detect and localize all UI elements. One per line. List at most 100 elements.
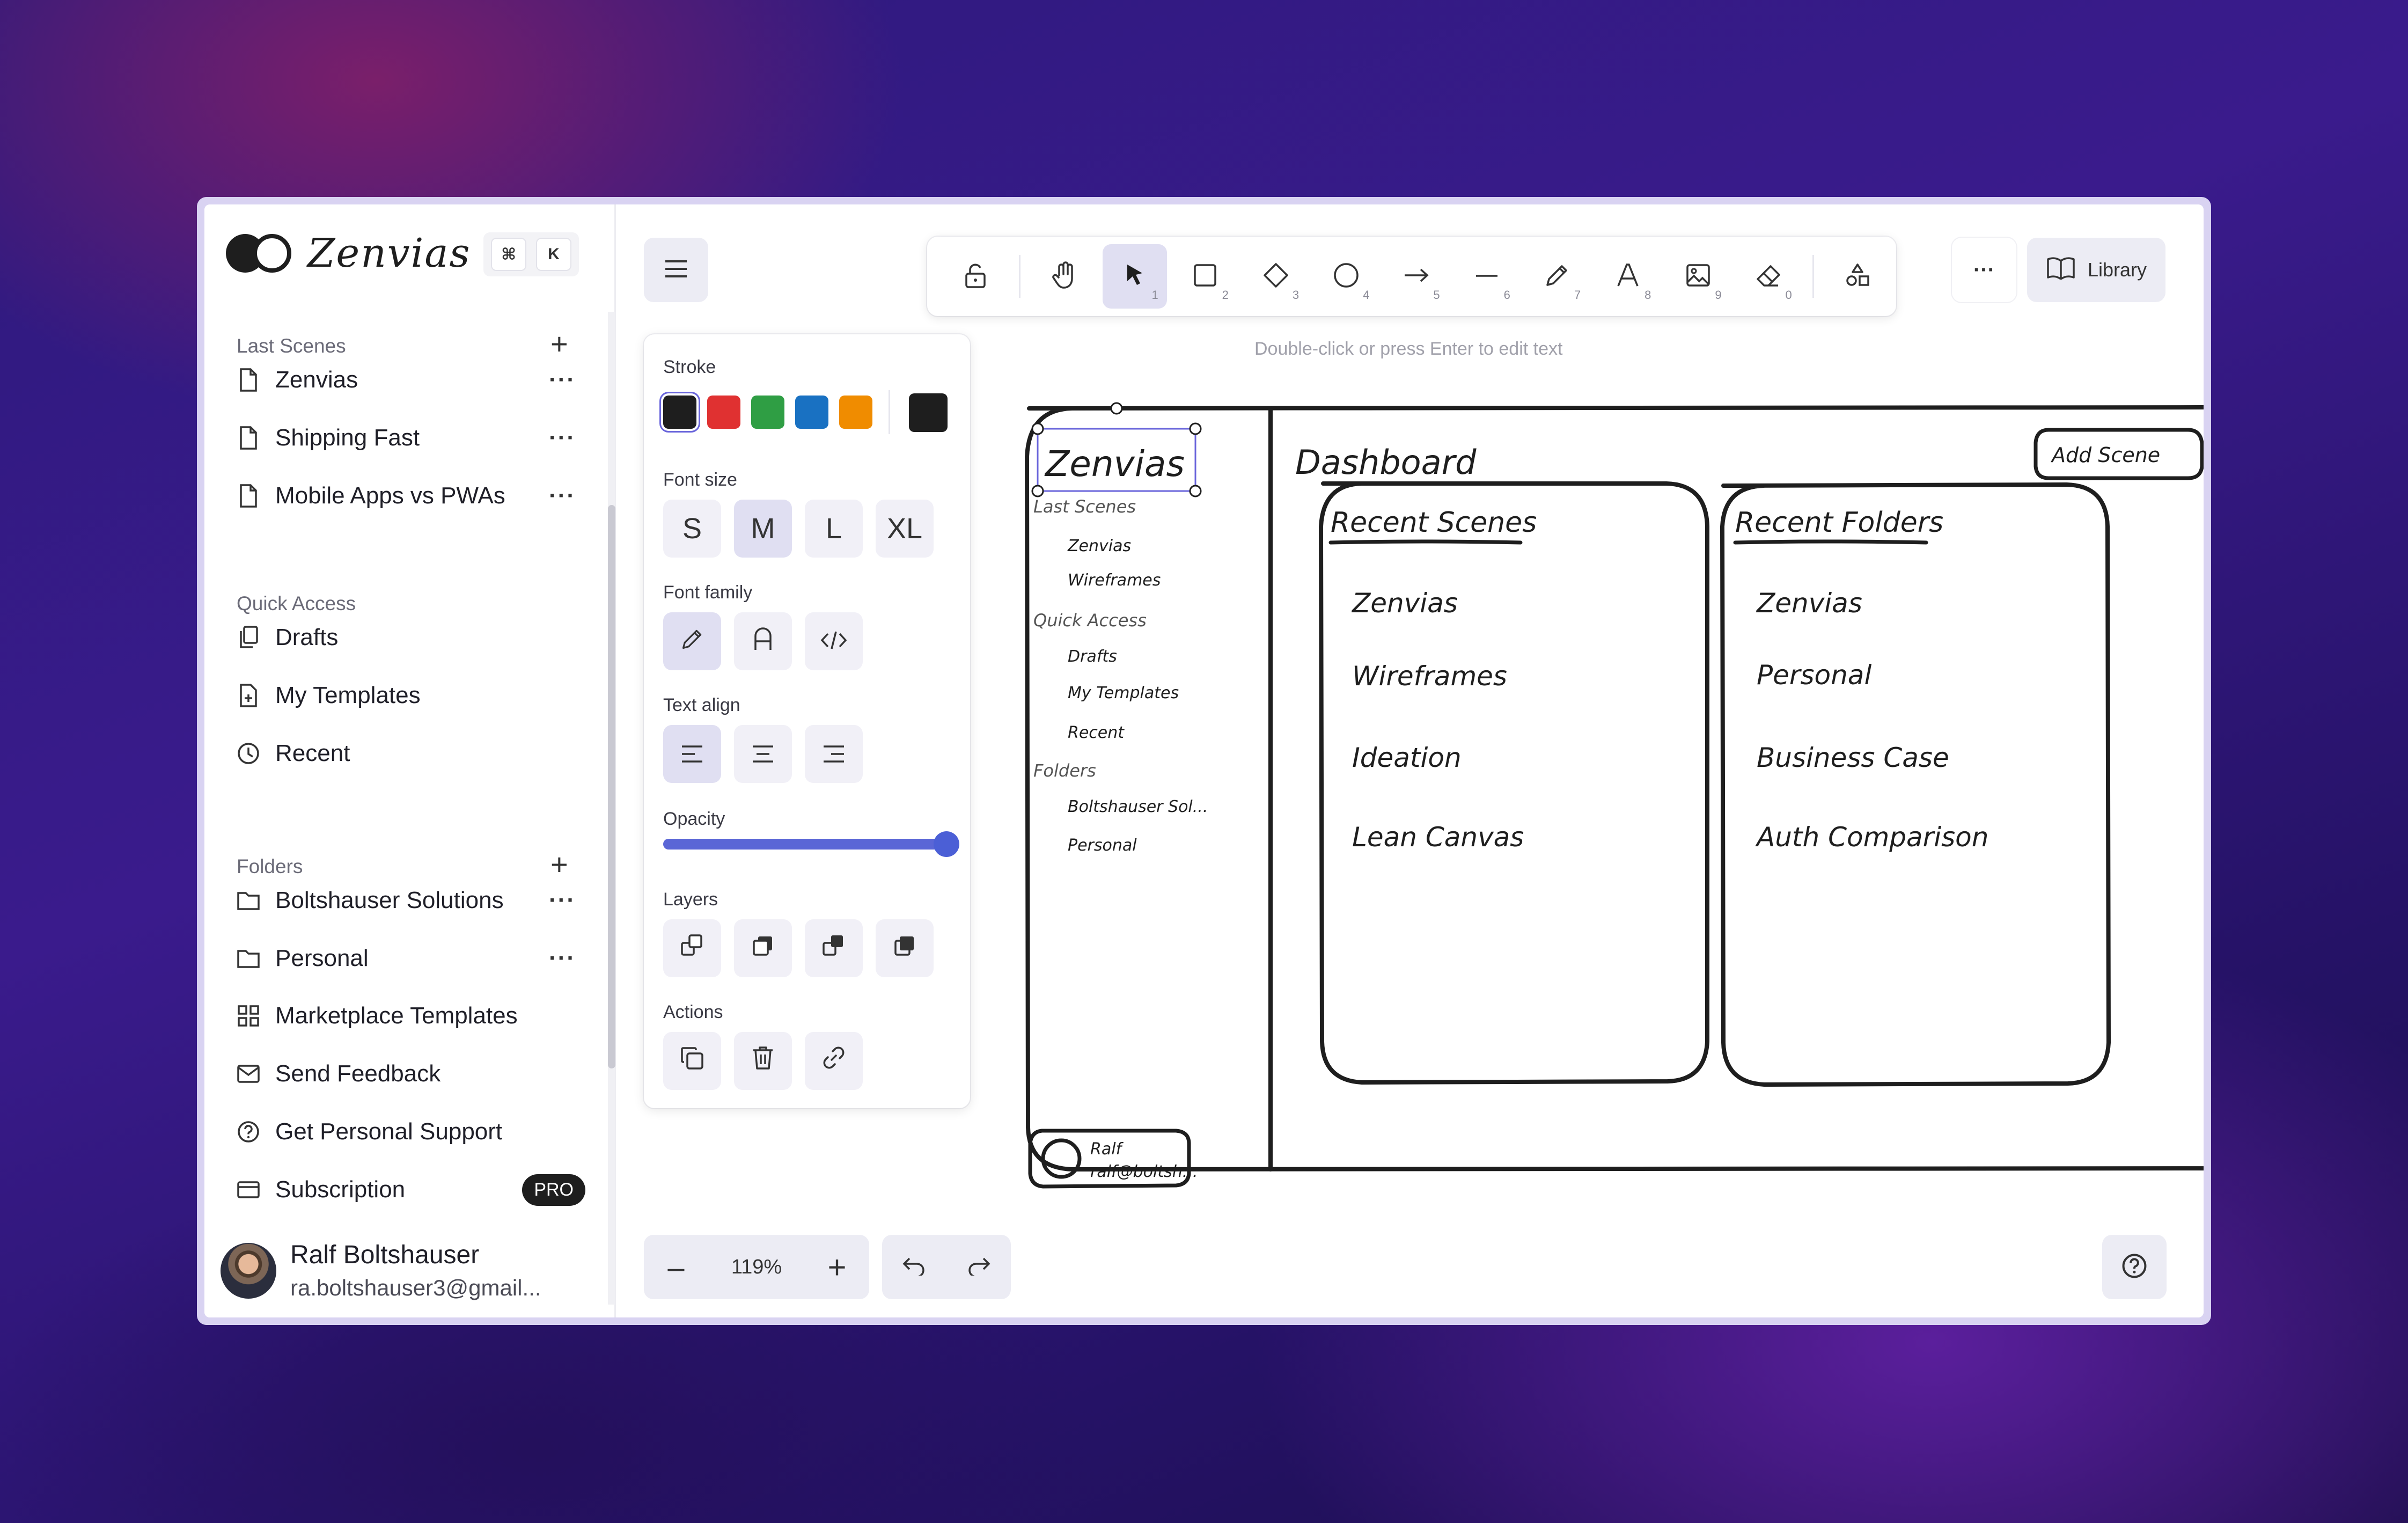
file-icon [237, 367, 260, 393]
last-scene-item[interactable]: Mobile Apps vs PWAs ··· [237, 472, 591, 520]
delete-button[interactable] [734, 1032, 792, 1090]
quick-access-drafts[interactable]: Drafts [237, 613, 591, 662]
marketplace-templates-link[interactable]: Marketplace Templates [237, 992, 591, 1040]
sketch-last-scene: Zenvias [1067, 537, 1131, 555]
redo-button[interactable] [946, 1256, 1011, 1278]
folders-title: Folders [237, 855, 303, 877]
templates-label: My Templates [275, 682, 421, 708]
link-icon [821, 1044, 847, 1078]
font-size-l[interactable]: L [805, 500, 863, 558]
sketch-last-scenes-title: Last Scenes [1033, 496, 1136, 517]
send-feedback-link[interactable]: Send Feedback [237, 1050, 591, 1098]
font-size-m[interactable]: M [734, 500, 792, 558]
stroke-color-red[interactable] [707, 396, 740, 429]
command-shortcut[interactable]: ⌘ K [483, 232, 579, 276]
sketch-quick-access-item: My Templates [1068, 684, 1179, 702]
feedback-label: Send Feedback [275, 1060, 441, 1087]
cmd-key: ⌘ [491, 238, 526, 271]
more-options-icon[interactable]: ··· [549, 367, 576, 393]
user-email: ra.boltshauser3@gmail... [290, 1275, 541, 1300]
last-scene-item[interactable]: Zenvias ··· [237, 356, 591, 404]
canvas[interactable]: 1 2 3 4 5 6 7 8 9 0 ··· Library Double-c… [616, 204, 2204, 1317]
pro-badge: PRO [522, 1174, 585, 1206]
zoom-in-button[interactable]: + [805, 1249, 869, 1286]
folder-item[interactable]: Personal ··· [237, 934, 591, 983]
opacity-slider[interactable] [663, 839, 948, 850]
avatar [221, 1242, 276, 1299]
bring-forward-button[interactable] [805, 919, 863, 977]
drafts-label: Drafts [275, 624, 339, 650]
send-to-back-button[interactable] [663, 919, 721, 977]
sketch-quick-access-item: Drafts [1068, 647, 1117, 666]
subscription-label: Subscription [275, 1176, 406, 1203]
stroke-color-green[interactable] [751, 396, 784, 429]
sketch-recent-scene: Wireframes [1352, 661, 1507, 692]
stroke-color-black[interactable] [663, 396, 696, 429]
duplicate-button[interactable] [663, 1032, 721, 1090]
sketch-recent-scenes-title: Recent Scenes [1331, 507, 1537, 539]
quick-access-templates[interactable]: My Templates [237, 671, 591, 720]
font-size-xl[interactable]: XL [876, 500, 934, 558]
clock-icon [237, 740, 260, 767]
sidebar-scrollbar[interactable] [608, 312, 615, 1305]
opacity-slider-handle[interactable] [934, 831, 959, 857]
sketch-folder-item: Boltshauser Sol... [1068, 797, 1208, 816]
more-options-icon[interactable]: ··· [549, 945, 576, 972]
font-size-s[interactable]: S [663, 500, 721, 558]
logo-mark-icon [226, 232, 296, 275]
add-scene-plus-icon[interactable]: + [550, 329, 568, 359]
credit-card-icon [237, 1176, 260, 1203]
folder-label: Personal [275, 945, 369, 971]
properties-panel: Stroke Font size S M L XL Font family Te… [644, 334, 970, 1108]
app-window: Zenvias ⌘ K Last Scenes + Zenvias ··· Sh… [197, 197, 2211, 1325]
last-scene-item[interactable]: Shipping Fast ··· [237, 414, 591, 462]
code-icon [820, 625, 847, 658]
k-key: K [536, 238, 571, 271]
align-center-icon [751, 737, 775, 771]
more-options-icon[interactable]: ··· [549, 887, 576, 914]
quick-access-title: Quick Access [237, 592, 356, 614]
font-family-normal[interactable] [734, 612, 792, 670]
stroke-color-blue[interactable] [795, 396, 828, 429]
folder-icon [237, 887, 260, 914]
sketch-logo[interactable]: Zenvias [1044, 443, 1185, 485]
template-icon [237, 682, 260, 709]
redo-icon [966, 1256, 991, 1278]
font-family-hand[interactable] [663, 612, 721, 670]
sketch-outer-frame [1025, 405, 2204, 1171]
undo-button[interactable] [882, 1256, 946, 1278]
text-align-left[interactable] [663, 725, 721, 783]
send-backward-button[interactable] [734, 919, 792, 977]
help-circle-icon [2121, 1253, 2148, 1282]
more-options-icon[interactable]: ··· [549, 424, 576, 451]
text-align-right[interactable] [805, 725, 863, 783]
send-to-back-icon [680, 932, 704, 965]
send-backward-icon [751, 932, 775, 965]
font-family-code[interactable] [805, 612, 863, 670]
zoom-out-button[interactable]: – [644, 1250, 708, 1285]
bring-to-front-button[interactable] [876, 919, 934, 977]
more-options-icon[interactable]: ··· [549, 482, 576, 509]
stroke-color-orange[interactable] [839, 396, 872, 429]
help-button[interactable] [2102, 1235, 2167, 1299]
sketch-recent-folder: Zenvias [1756, 588, 1862, 619]
font-a-icon [752, 625, 774, 658]
sketch-recent-scene: Zenvias [1351, 588, 1458, 619]
folder-item[interactable]: Boltshauser Solutions ··· [237, 876, 591, 925]
logo-text: Zenvias [307, 230, 471, 276]
zoom-level[interactable]: 119% [708, 1256, 805, 1279]
last-scene-label: Zenvias [275, 367, 358, 393]
text-align-center[interactable] [734, 725, 792, 783]
logo[interactable]: Zenvias [226, 230, 471, 276]
personal-support-link[interactable]: Get Personal Support [237, 1108, 591, 1156]
quick-access-recent[interactable]: Recent [237, 729, 591, 778]
add-folder-plus-icon[interactable]: + [550, 850, 568, 880]
folder-icon [237, 945, 260, 972]
support-label: Get Personal Support [275, 1118, 503, 1145]
current-stroke-color[interactable] [909, 393, 948, 432]
last-scene-label: Shipping Fast [275, 424, 420, 451]
copy-link-button[interactable] [805, 1032, 863, 1090]
mail-icon [237, 1060, 260, 1087]
subscription-link[interactable]: Subscription PRO [237, 1166, 591, 1214]
user-profile[interactable]: Ralf Boltshauser ra.boltshauser3@gmail..… [221, 1240, 541, 1301]
